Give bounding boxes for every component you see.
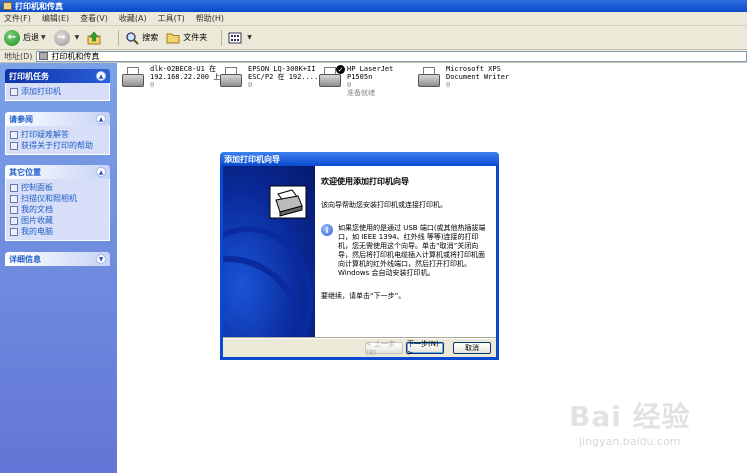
wizard-intro: 该向导帮助您安装打印机或连接打印机。 bbox=[321, 201, 447, 209]
wizard-button-row: < 上一步(B) 下一步(N) > 取消 bbox=[223, 338, 496, 357]
help-icon bbox=[10, 141, 18, 150]
control-panel-link[interactable]: 控制面板 bbox=[10, 182, 105, 193]
wizard-frame: 欢迎使用添加打印机向导 该向导帮助您安装打印机或连接打印机。 i 如果您使用的是… bbox=[223, 166, 496, 357]
checkmark-icon: ✓ bbox=[336, 65, 345, 74]
my-computer-link[interactable]: 我的电脑 bbox=[10, 226, 105, 237]
folder-icon bbox=[10, 205, 18, 214]
other-places-header[interactable]: 其它位置 ▲ bbox=[5, 165, 110, 179]
toolbar: ← 后退 ▼ → ▼ 搜索 文件夹 ▼ bbox=[0, 26, 747, 50]
menu-file[interactable]: 文件(F) bbox=[4, 13, 31, 24]
printer-name: dlk-02BEC8-U1 在 192.168.22.200 上 bbox=[150, 65, 221, 81]
printer-tasks-panel: 打印机任务 ▲ 添加打印机 bbox=[5, 69, 110, 101]
my-documents-link[interactable]: 我的文档 bbox=[10, 204, 105, 215]
printer-status: 准备就绪 bbox=[347, 89, 375, 97]
printer-item[interactable]: Microsoft XPS Document Writer 0 bbox=[416, 65, 518, 99]
printer-icon bbox=[416, 65, 442, 91]
help-icon bbox=[10, 130, 18, 139]
collapse-icon[interactable]: ▲ bbox=[96, 167, 106, 177]
toolbar-separator bbox=[221, 29, 223, 46]
folder-icon bbox=[10, 216, 18, 225]
printer-name: EPSON LQ-300K+II ESC/P2 在 192.... bbox=[248, 65, 319, 81]
printer-item[interactable]: dlk-02BEC8-U1 在 192.168.22.200 上 0 bbox=[120, 65, 222, 99]
folders-button[interactable]: 文件夹 bbox=[166, 31, 207, 45]
collapse-icon[interactable]: ▲ bbox=[96, 114, 106, 124]
control-panel-icon bbox=[10, 183, 18, 192]
cancel-button[interactable]: 取消 bbox=[453, 342, 491, 354]
folder-icon bbox=[166, 33, 180, 43]
address-bar: 地址(D) 打印机和传真 bbox=[0, 50, 747, 63]
default-printer-icon: ✓ bbox=[317, 65, 345, 91]
menu-view[interactable]: 查看(V) bbox=[80, 13, 108, 24]
wizard-title: 添加打印机向导 bbox=[224, 154, 280, 164]
see-also-panel: 请参阅 ▲ 打印疑难解答 获得关于打印的帮助 bbox=[5, 112, 110, 155]
watermark-url: jingyan.baidu.com bbox=[579, 435, 681, 448]
next-button[interactable]: 下一步(N) > bbox=[406, 340, 444, 357]
printer-tasks-header[interactable]: 打印机任务 ▲ bbox=[5, 69, 110, 83]
menu-edit[interactable]: 编辑(E) bbox=[42, 13, 69, 24]
other-places-panel: 其它位置 ▲ 控制面板 扫描仪和照相机 我的文档 图片收藏 我的电脑 bbox=[5, 165, 110, 241]
wizard-banner bbox=[223, 166, 315, 338]
window-title: 打印机和传真 bbox=[15, 1, 63, 11]
menu-bar: 文件(F) 编辑(E) 查看(V) 收藏(A) 工具(T) 帮助(H) bbox=[0, 12, 747, 26]
printer-folder-icon bbox=[3, 2, 12, 10]
menu-favorites[interactable]: 收藏(A) bbox=[119, 13, 147, 24]
search-icon bbox=[126, 31, 139, 45]
chevron-down-icon[interactable]: ▼ bbox=[75, 34, 80, 41]
printer-item[interactable]: EPSON LQ-300K+II ESC/P2 在 192.... 0 bbox=[218, 65, 320, 99]
folder-up-icon bbox=[87, 31, 101, 44]
collapse-icon[interactable]: ▲ bbox=[96, 71, 106, 81]
search-button[interactable]: 搜索 bbox=[125, 31, 158, 45]
expand-icon[interactable]: ▼ bbox=[96, 254, 106, 264]
menu-help[interactable]: 帮助(H) bbox=[196, 13, 224, 24]
network-printer-icon bbox=[218, 65, 244, 91]
printer-jobs: 0 bbox=[347, 81, 352, 89]
printer-folder-icon bbox=[39, 52, 49, 60]
scanner-icon bbox=[10, 194, 18, 203]
address-field[interactable]: 打印机和传真 bbox=[36, 50, 747, 62]
printing-help-link[interactable]: 获得关于打印的帮助 bbox=[10, 140, 105, 151]
info-icon: i bbox=[321, 224, 333, 236]
network-printer-icon bbox=[120, 65, 146, 91]
menu-tools[interactable]: 工具(T) bbox=[158, 13, 185, 24]
my-pictures-link[interactable]: 图片收藏 bbox=[10, 215, 105, 226]
see-also-header[interactable]: 请参阅 ▲ bbox=[5, 112, 110, 126]
watermark-brand: Bai 经验 bbox=[569, 400, 691, 433]
printer-jobs: 0 bbox=[150, 81, 155, 89]
printing-troubleshooter-link[interactable]: 打印疑难解答 bbox=[10, 129, 105, 140]
back-button[interactable]: < 上一步(B) bbox=[365, 340, 403, 357]
details-header[interactable]: 详细信息 ▼ bbox=[5, 252, 110, 266]
scanners-cameras-link[interactable]: 扫描仪和照相机 bbox=[10, 193, 105, 204]
address-label: 地址(D) bbox=[4, 51, 33, 61]
details-panel: 详细信息 ▼ bbox=[5, 252, 110, 266]
chevron-down-icon[interactable]: ▼ bbox=[41, 34, 46, 41]
task-pane: 打印机任务 ▲ 添加打印机 请参阅 ▲ 打印疑难解答 获得关于打印的帮助 其它位… bbox=[0, 63, 117, 473]
wizard-heading: 欢迎使用添加打印机向导 bbox=[321, 177, 409, 186]
toolbar-separator bbox=[118, 29, 120, 46]
wizard-info-text: 如果您使用的是通过 USB 端口(或其他热插拔端口，如 IEEE 1394、红外… bbox=[338, 224, 486, 277]
window-titlebar: 打印机和传真 bbox=[0, 0, 747, 12]
printer-jobs: 0 bbox=[446, 81, 451, 89]
printer-item[interactable]: ✓ HP LaserJet P1505n 0 准备就绪 bbox=[317, 65, 419, 99]
add-printer-link[interactable]: 添加打印机 bbox=[10, 86, 105, 97]
watermark: Bai 经验 jingyan.baidu.com bbox=[569, 395, 739, 465]
address-value: 打印机和传真 bbox=[51, 51, 100, 61]
wizard-continue: 要继续，请单击“下一步”。 bbox=[321, 292, 406, 300]
forward-arrow-icon: → bbox=[53, 29, 70, 46]
views-icon bbox=[228, 32, 242, 43]
printer-name: HP LaserJet P1505n bbox=[347, 65, 394, 81]
add-printer-wizard-dialog: 添加打印机向导 欢迎使用添加打印机向导 该向导帮助您安装打印机或连接打印机。 i… bbox=[220, 152, 499, 360]
computer-icon bbox=[10, 227, 18, 236]
up-button[interactable] bbox=[87, 31, 104, 45]
back-button[interactable]: ← 后退 ▼ bbox=[4, 29, 46, 46]
back-arrow-icon: ← bbox=[4, 29, 20, 46]
printer-jobs: 0 bbox=[248, 81, 253, 89]
add-printer-icon bbox=[10, 87, 18, 96]
forward-button[interactable]: → ▼ bbox=[53, 29, 80, 46]
views-button[interactable]: ▼ bbox=[228, 31, 252, 45]
wizard-printer-icon bbox=[269, 185, 307, 219]
chevron-down-icon[interactable]: ▼ bbox=[247, 34, 252, 41]
printer-name: Microsoft XPS Document Writer bbox=[446, 65, 510, 81]
wizard-page: 欢迎使用添加打印机向导 该向导帮助您安装打印机或连接打印机。 i 如果您使用的是… bbox=[315, 166, 496, 338]
wizard-titlebar[interactable]: 添加打印机向导 bbox=[220, 152, 499, 166]
